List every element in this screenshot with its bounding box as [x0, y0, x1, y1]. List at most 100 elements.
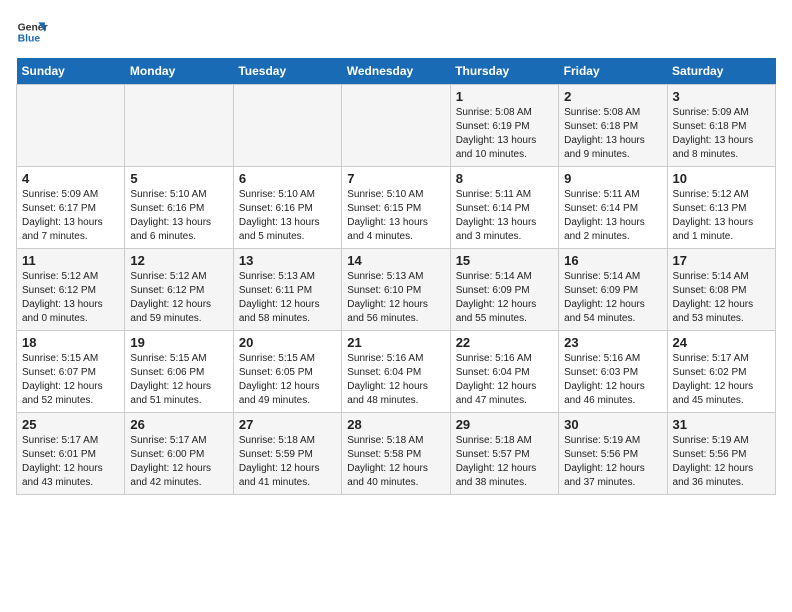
day-info: Sunrise: 5:15 AM Sunset: 6:06 PM Dayligh… [130, 352, 227, 408]
day-number: 28 [347, 417, 444, 432]
day-info: Sunrise: 5:17 AM Sunset: 6:01 PM Dayligh… [22, 434, 119, 490]
calendar-cell: 27 Sunrise: 5:18 AM Sunset: 5:59 PM Dayli… [233, 413, 341, 495]
day-number: 25 [22, 417, 119, 432]
day-info: Sunrise: 5:12 AM Sunset: 6:12 PM Dayligh… [130, 270, 227, 326]
day-info: Sunrise: 5:17 AM Sunset: 6:02 PM Dayligh… [673, 352, 770, 408]
day-info: Sunrise: 5:09 AM Sunset: 6:17 PM Dayligh… [22, 188, 119, 244]
day-number: 2 [564, 89, 661, 104]
calendar-cell: 16 Sunrise: 5:14 AM Sunset: 6:09 PM Dayli… [559, 249, 667, 331]
day-info: Sunrise: 5:12 AM Sunset: 6:12 PM Dayligh… [22, 270, 119, 326]
day-number: 29 [456, 417, 553, 432]
logo-icon: General Blue [16, 16, 48, 48]
calendar-cell [233, 85, 341, 167]
calendar-cell: 29 Sunrise: 5:18 AM Sunset: 5:57 PM Dayli… [450, 413, 558, 495]
calendar-cell: 19 Sunrise: 5:15 AM Sunset: 6:06 PM Dayli… [125, 331, 233, 413]
calendar-cell: 21 Sunrise: 5:16 AM Sunset: 6:04 PM Dayli… [342, 331, 450, 413]
calendar-cell: 23 Sunrise: 5:16 AM Sunset: 6:03 PM Dayli… [559, 331, 667, 413]
page-header: General Blue [16, 16, 776, 48]
calendar-table: SundayMondayTuesdayWednesdayThursdayFrid… [16, 58, 776, 495]
day-info: Sunrise: 5:13 AM Sunset: 6:11 PM Dayligh… [239, 270, 336, 326]
day-info: Sunrise: 5:19 AM Sunset: 5:56 PM Dayligh… [673, 434, 770, 490]
calendar-cell [125, 85, 233, 167]
day-number: 24 [673, 335, 770, 350]
day-info: Sunrise: 5:08 AM Sunset: 6:19 PM Dayligh… [456, 106, 553, 162]
day-number: 19 [130, 335, 227, 350]
day-number: 1 [456, 89, 553, 104]
calendar-cell: 12 Sunrise: 5:12 AM Sunset: 6:12 PM Dayli… [125, 249, 233, 331]
day-info: Sunrise: 5:16 AM Sunset: 6:04 PM Dayligh… [347, 352, 444, 408]
day-number: 10 [673, 171, 770, 186]
day-info: Sunrise: 5:16 AM Sunset: 6:03 PM Dayligh… [564, 352, 661, 408]
calendar-cell: 17 Sunrise: 5:14 AM Sunset: 6:08 PM Dayli… [667, 249, 775, 331]
calendar-cell: 7 Sunrise: 5:10 AM Sunset: 6:15 PM Daylig… [342, 167, 450, 249]
calendar-cell: 24 Sunrise: 5:17 AM Sunset: 6:02 PM Dayli… [667, 331, 775, 413]
day-number: 9 [564, 171, 661, 186]
day-info: Sunrise: 5:09 AM Sunset: 6:18 PM Dayligh… [673, 106, 770, 162]
calendar-cell: 8 Sunrise: 5:11 AM Sunset: 6:14 PM Daylig… [450, 167, 558, 249]
calendar-cell: 2 Sunrise: 5:08 AM Sunset: 6:18 PM Daylig… [559, 85, 667, 167]
day-number: 3 [673, 89, 770, 104]
day-number: 20 [239, 335, 336, 350]
day-number: 15 [456, 253, 553, 268]
day-number: 8 [456, 171, 553, 186]
day-number: 26 [130, 417, 227, 432]
calendar-cell: 11Sunrise: 5:12 AM Sunset: 6:12 PM Dayli… [17, 249, 125, 331]
day-info: Sunrise: 5:10 AM Sunset: 6:16 PM Dayligh… [130, 188, 227, 244]
day-info: Sunrise: 5:18 AM Sunset: 5:59 PM Dayligh… [239, 434, 336, 490]
calendar-cell: 9 Sunrise: 5:11 AM Sunset: 6:14 PM Daylig… [559, 167, 667, 249]
day-info: Sunrise: 5:14 AM Sunset: 6:08 PM Dayligh… [673, 270, 770, 326]
day-info: Sunrise: 5:14 AM Sunset: 6:09 PM Dayligh… [564, 270, 661, 326]
day-info: Sunrise: 5:19 AM Sunset: 5:56 PM Dayligh… [564, 434, 661, 490]
calendar-cell [342, 85, 450, 167]
calendar-cell: 22 Sunrise: 5:16 AM Sunset: 6:04 PM Dayli… [450, 331, 558, 413]
calendar-cell: 30 Sunrise: 5:19 AM Sunset: 5:56 PM Dayli… [559, 413, 667, 495]
day-number: 18 [22, 335, 119, 350]
day-number: 27 [239, 417, 336, 432]
calendar-cell: 25 Sunrise: 5:17 AM Sunset: 6:01 PM Dayli… [17, 413, 125, 495]
day-info: Sunrise: 5:15 AM Sunset: 6:05 PM Dayligh… [239, 352, 336, 408]
day-number: 12 [130, 253, 227, 268]
day-info: Sunrise: 5:08 AM Sunset: 6:18 PM Dayligh… [564, 106, 661, 162]
weekday-header-thursday: Thursday [450, 58, 558, 85]
calendar-cell: 26 Sunrise: 5:17 AM Sunset: 6:00 PM Dayli… [125, 413, 233, 495]
weekday-header-monday: Monday [125, 58, 233, 85]
day-info: Sunrise: 5:18 AM Sunset: 5:58 PM Dayligh… [347, 434, 444, 490]
calendar-cell: 1 Sunrise: 5:08 AM Sunset: 6:19 PM Daylig… [450, 85, 558, 167]
day-info: Sunrise: 5:15 AM Sunset: 6:07 PM Dayligh… [22, 352, 119, 408]
calendar-cell: 15 Sunrise: 5:14 AM Sunset: 6:09 PM Dayli… [450, 249, 558, 331]
calendar-cell: 5 Sunrise: 5:10 AM Sunset: 6:16 PM Daylig… [125, 167, 233, 249]
day-number: 16 [564, 253, 661, 268]
day-info: Sunrise: 5:16 AM Sunset: 6:04 PM Dayligh… [456, 352, 553, 408]
day-number: 14 [347, 253, 444, 268]
calendar-cell: 20 Sunrise: 5:15 AM Sunset: 6:05 PM Dayli… [233, 331, 341, 413]
calendar-cell: 14 Sunrise: 5:13 AM Sunset: 6:10 PM Dayli… [342, 249, 450, 331]
calendar-cell: 13Sunrise: 5:13 AM Sunset: 6:11 PM Dayli… [233, 249, 341, 331]
day-info: Sunrise: 5:10 AM Sunset: 6:15 PM Dayligh… [347, 188, 444, 244]
day-number: 6 [239, 171, 336, 186]
day-number: 21 [347, 335, 444, 350]
day-info: Sunrise: 5:10 AM Sunset: 6:16 PM Dayligh… [239, 188, 336, 244]
weekday-header-tuesday: Tuesday [233, 58, 341, 85]
day-number: 17 [673, 253, 770, 268]
logo: General Blue [16, 16, 48, 48]
day-info: Sunrise: 5:11 AM Sunset: 6:14 PM Dayligh… [564, 188, 661, 244]
calendar-cell: 3 Sunrise: 5:09 AM Sunset: 6:18 PM Daylig… [667, 85, 775, 167]
svg-text:Blue: Blue [18, 34, 41, 45]
calendar-cell: 28 Sunrise: 5:18 AM Sunset: 5:58 PM Dayli… [342, 413, 450, 495]
day-info: Sunrise: 5:13 AM Sunset: 6:10 PM Dayligh… [347, 270, 444, 326]
calendar-cell: 10 Sunrise: 5:12 AM Sunset: 6:13 PM Dayli… [667, 167, 775, 249]
day-info: Sunrise: 5:17 AM Sunset: 6:00 PM Dayligh… [130, 434, 227, 490]
calendar-cell: 4 Sunrise: 5:09 AM Sunset: 6:17 PM Daylig… [17, 167, 125, 249]
day-number: 23 [564, 335, 661, 350]
day-number: 5 [130, 171, 227, 186]
day-number: 30 [564, 417, 661, 432]
day-info: Sunrise: 5:11 AM Sunset: 6:14 PM Dayligh… [456, 188, 553, 244]
day-number: 7 [347, 171, 444, 186]
day-info: Sunrise: 5:18 AM Sunset: 5:57 PM Dayligh… [456, 434, 553, 490]
day-number: 22 [456, 335, 553, 350]
calendar-cell: 18 Sunrise: 5:15 AM Sunset: 6:07 PM Dayli… [17, 331, 125, 413]
calendar-cell: 31Sunrise: 5:19 AM Sunset: 5:56 PM Dayli… [667, 413, 775, 495]
day-info: Sunrise: 5:14 AM Sunset: 6:09 PM Dayligh… [456, 270, 553, 326]
day-number: 4 [22, 171, 119, 186]
day-info: Sunrise: 5:12 AM Sunset: 6:13 PM Dayligh… [673, 188, 770, 244]
